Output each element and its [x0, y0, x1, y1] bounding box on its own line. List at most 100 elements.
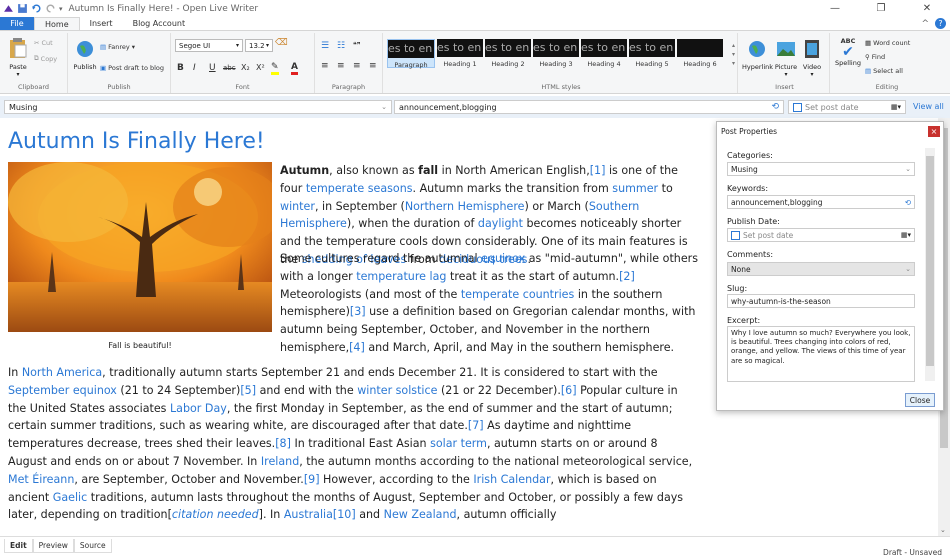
spelling-button[interactable]: ABC ✔ Spelling	[834, 37, 862, 67]
blockquote-icon[interactable]: ❝❞	[353, 41, 361, 49]
category-select[interactable]: Musing ⌄	[4, 100, 392, 114]
blog-selector[interactable]: ▤ Fanrey ▾	[100, 43, 135, 51]
style-heading-6[interactable]: Heading 6	[677, 39, 723, 68]
style-preview: es to en	[388, 40, 434, 58]
styles-scroll-icon[interactable]: ▴ ▾ ▾	[732, 41, 735, 68]
strikethrough-icon[interactable]: abc	[223, 64, 236, 72]
select-all-label: Select all	[873, 67, 903, 75]
font-size-value: 13.2	[249, 41, 265, 50]
refresh-keywords-icon[interactable]: ⟲	[905, 198, 911, 207]
keywords-input[interactable]: announcement,blogging ⟲	[394, 100, 784, 114]
view-tab-edit[interactable]: Edit	[4, 539, 33, 553]
paragraph-group-label: Paragraph	[331, 83, 366, 91]
font-family-select[interactable]: Segoe UI ▾	[175, 39, 243, 52]
style-label: Heading 2	[491, 60, 525, 68]
slug-input[interactable]: why-autumn-is-the-season	[727, 294, 915, 308]
help-icon[interactable]: ?	[935, 18, 946, 29]
undo-icon[interactable]	[31, 3, 42, 14]
restore-button[interactable]: ❐	[858, 0, 904, 17]
save-icon[interactable]	[17, 3, 28, 14]
panel-close-icon[interactable]: ×	[928, 126, 940, 137]
justify-icon[interactable]: ≡	[369, 61, 377, 71]
paragraph-2[interactable]: Some cultures regard the autumnal equino…	[280, 250, 698, 357]
panel-date-picker[interactable]: Set post date ▦▾	[727, 228, 915, 242]
highlight-icon[interactable]: ✎	[271, 62, 279, 75]
tab-blog-account[interactable]: Blog Account	[123, 17, 196, 30]
style-heading-1[interactable]: es to en Heading 1	[437, 39, 483, 68]
excerpt-label: Excerpt:	[727, 316, 761, 325]
style-label: Heading 5	[635, 60, 669, 68]
find-label: Find	[871, 53, 886, 61]
style-heading-5[interactable]: es to en Heading 5	[629, 39, 675, 68]
numbered-list-icon[interactable]: ☷	[337, 41, 345, 51]
paragraph-3[interactable]: In North America, traditionally autumn s…	[8, 364, 698, 524]
chevron-down-icon: ⌄	[905, 165, 911, 173]
find-button[interactable]: ⚲ Find	[865, 53, 885, 61]
keywords-label: Keywords:	[727, 184, 769, 193]
clipboard-group-label: Clipboard	[17, 83, 50, 91]
publish-group: Publish ▤ Fanrey ▾ ▣ Post draft to blog Pub…	[68, 33, 171, 93]
comments-select[interactable]: None ⌄	[727, 262, 915, 276]
window-title: Autumn Is Finally Here! - Open Live Writ…	[68, 3, 259, 14]
style-preview: es to en	[437, 39, 483, 57]
align-center-icon[interactable]: ≡	[337, 61, 345, 71]
keywords-value: announcement,blogging	[399, 102, 497, 112]
picture-button[interactable]: Picture ▾	[774, 39, 798, 78]
style-preview: es to en	[485, 39, 531, 57]
copy-button[interactable]: ⧉ Copy	[34, 54, 57, 63]
style-heading-2[interactable]: es to en Heading 2	[485, 39, 531, 68]
bullet-list-icon[interactable]: ☰	[321, 41, 329, 51]
close-panel-button[interactable]: Close	[905, 393, 935, 407]
font-size-select[interactable]: 13.2 ▾	[245, 39, 273, 52]
view-tab-preview[interactable]: Preview	[32, 539, 74, 553]
tab-insert[interactable]: Insert	[80, 17, 123, 30]
image-caption[interactable]: Fall is beautiful!	[8, 337, 272, 355]
style-preview: es to en	[581, 39, 627, 57]
align-right-icon[interactable]: ≡	[353, 61, 361, 71]
superscript-icon[interactable]: X²	[256, 63, 265, 72]
view-tab-source[interactable]: Source	[73, 539, 112, 553]
post-image-figure[interactable]: Fall is beautiful!	[8, 162, 272, 355]
style-paragraph[interactable]: es to en Paragraph	[387, 39, 435, 69]
font-color-icon[interactable]: A	[291, 62, 298, 75]
excerpt-textarea[interactable]: Why I love autumn so much? Everywhere yo…	[727, 326, 915, 382]
hyperlink-button[interactable]: Hyperlink	[742, 39, 773, 71]
panel-date-checkbox[interactable]	[731, 230, 740, 240]
italic-icon[interactable]: I	[193, 63, 196, 73]
video-button[interactable]: Video ▾	[800, 39, 824, 78]
tab-file[interactable]: File	[0, 17, 34, 30]
calendar-icon[interactable]: ▦▾	[891, 103, 901, 111]
view-all-link[interactable]: View all	[913, 102, 944, 111]
clear-format-icon[interactable]: ⌫	[275, 38, 288, 48]
calendar-icon[interactable]: ▦▾	[901, 231, 911, 239]
post-draft-button[interactable]: ▣ Post draft to blog	[100, 64, 164, 72]
underline-icon[interactable]: U	[209, 63, 216, 73]
bold-icon[interactable]: B	[177, 63, 184, 73]
cut-button[interactable]: ✂ Cut	[34, 39, 53, 47]
panel-keywords-input[interactable]: announcement,blogging ⟲	[727, 195, 915, 209]
checkmark-icon: ✔	[842, 44, 854, 60]
style-heading-3[interactable]: es to en Heading 3	[533, 39, 579, 68]
select-all-button[interactable]: ▤ Select all	[865, 67, 903, 75]
post-date-picker[interactable]: Set post date ▦▾	[788, 100, 906, 114]
autumn-tree-image[interactable]	[8, 162, 272, 332]
panel-scrollbar[interactable]	[925, 148, 935, 381]
paste-button[interactable]: Paste ▾	[6, 37, 30, 78]
word-count-button[interactable]: ▦ Word count	[865, 39, 910, 47]
subscript-icon[interactable]: X₂	[241, 63, 250, 72]
collapse-ribbon-icon[interactable]: ^	[921, 19, 929, 29]
publish-button[interactable]: Publish	[72, 39, 98, 71]
align-left-icon[interactable]: ≡	[321, 61, 329, 71]
style-heading-4[interactable]: es to en Heading 4	[581, 39, 627, 68]
post-title[interactable]: Autumn Is Finally Here!	[8, 128, 698, 156]
refresh-keywords-icon[interactable]: ⟲	[771, 102, 779, 112]
categories-select[interactable]: Musing ⌄	[727, 162, 915, 176]
status-text: Draft - Unsaved	[883, 548, 942, 557]
paragraph-group: ☰ ☷ ❝❞ ≡ ≡ ≡ ≡ Paragraph	[315, 33, 383, 93]
minimize-button[interactable]: —	[812, 0, 858, 17]
close-window-button[interactable]: ✕	[904, 0, 950, 17]
tab-home[interactable]: Home	[34, 17, 80, 30]
quick-access-dropdown-icon[interactable]: ▾	[59, 5, 63, 13]
redo-icon[interactable]	[45, 3, 56, 14]
date-checkbox[interactable]	[793, 102, 802, 112]
